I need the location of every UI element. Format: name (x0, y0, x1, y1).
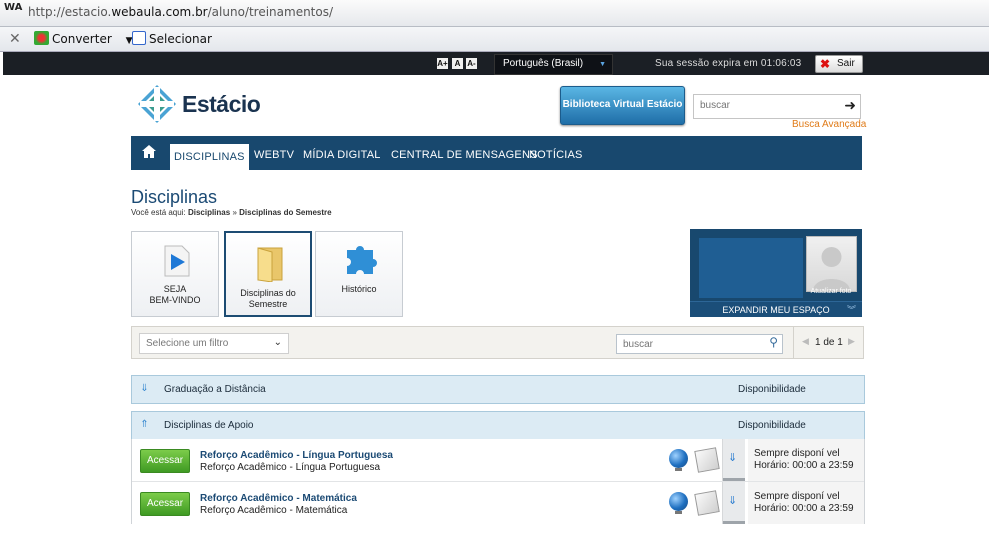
search-icon[interactable]: ⚲ (769, 335, 778, 349)
availability-cell: Sempre disponí vel Horário: 00:00 a 23:5… (748, 439, 864, 481)
tab-noticias[interactable]: NOTÍCIAS (529, 136, 583, 170)
group-graduacao-a-distancia[interactable]: ⇓ Graduação a Distância Disponibilidade (131, 375, 865, 404)
chevron-down-icon: ▼ (599, 61, 606, 68)
converter-button[interactable]: Converter ▼ (34, 31, 133, 46)
select-icon (132, 31, 146, 45)
main-nav: DISCIPLINAS WEBTV MÍDIA DIGITAL CENTRAL … (131, 136, 862, 170)
close-icon: ✖ (820, 57, 831, 71)
expand-icon[interactable]: ⇓ (138, 381, 151, 396)
list-search-input[interactable] (621, 338, 755, 351)
access-button[interactable]: Acessar (140, 449, 190, 473)
profile-info (699, 238, 803, 298)
font-reset-button[interactable]: A (452, 58, 463, 69)
header-search: ➜ (693, 94, 861, 119)
estacio-logo[interactable]: Estácio (136, 84, 276, 124)
folder-icon (257, 247, 283, 282)
converter-icon (34, 31, 49, 45)
chevron-down-icon: ⇓ (728, 452, 738, 464)
tile-disciplinas-do-semestre[interactable]: Disciplinas do Semestre (224, 231, 312, 317)
row-expand-button[interactable]: ⇓ (722, 439, 745, 481)
list-item: Acessar Reforço Acadêmico - Matemática R… (132, 481, 864, 524)
pdf-toolbar: ✕ Converter ▼ Selecionar (0, 27, 989, 52)
close-icon[interactable]: ✕ (9, 30, 21, 47)
page-info: 1 de 1 (815, 337, 843, 348)
arrow-right-icon[interactable]: ➜ (844, 97, 856, 114)
logo-icon (138, 85, 176, 123)
notepad-icon[interactable] (694, 447, 720, 473)
profile-panel: Atualizar foto EXPANDIR MEU ESPAÇO ︾ (690, 229, 862, 317)
puzzle-icon (347, 246, 377, 274)
breadcrumb-link[interactable]: Disciplinas (188, 208, 230, 217)
filter-select[interactable]: Selecione um filtro ⌄ (139, 333, 289, 354)
chevron-down-icon: ⇓ (728, 495, 738, 507)
selecionar-button[interactable]: Selecionar (132, 31, 212, 46)
group-disciplinas-de-apoio[interactable]: ⇑ Disciplinas de Apoio Disponibilidade (131, 411, 865, 440)
collapse-icon[interactable]: ⇑ (138, 417, 151, 432)
biblioteca-virtual-button[interactable]: Biblioteca Virtual Estácio (560, 86, 685, 125)
tile-historico[interactable]: Histórico (315, 231, 403, 317)
page-title: Disciplinas (131, 187, 218, 207)
font-increase-button[interactable]: A+ (437, 58, 448, 69)
browser-address-bar: WA http://estacio.webaula.com.br/aluno/t… (0, 0, 989, 27)
tab-disciplinas[interactable]: DISCIPLINAS (170, 144, 249, 170)
webaula-logo: WA (4, 2, 23, 13)
globe-icon[interactable] (669, 492, 688, 514)
font-decrease-button[interactable]: A- (466, 58, 477, 69)
tab-central-de-mensagens[interactable]: CENTRAL DE MENSAGENS (391, 136, 538, 170)
top-bar: A+ A A- Português (Brasil) ▼ Sua sessão … (3, 52, 989, 75)
availability-cell: Sempre disponí vel Horário: 00:00 a 23:5… (748, 482, 864, 524)
language-select[interactable]: Português (Brasil) ▼ (494, 54, 613, 75)
play-document-icon (164, 245, 190, 277)
course-title-link[interactable]: Reforço Acadêmico - Matemática (200, 493, 357, 504)
session-timer: Sua sessão expira em 01:06:03 (655, 58, 802, 69)
avatar[interactable] (806, 236, 857, 292)
expand-my-space-button[interactable]: EXPANDIR MEU ESPAÇO ︾ (690, 301, 862, 317)
prev-page-icon[interactable]: ◀ (802, 336, 809, 347)
tile-seja-bem-vindo[interactable]: SEJA BEM-VINDO (131, 231, 219, 317)
address-url[interactable]: http://estacio.webaula.com.br/aluno/trei… (28, 5, 333, 19)
globe-icon[interactable] (669, 449, 688, 471)
update-photo-link[interactable]: Atualizar foto (801, 288, 861, 295)
next-page-icon[interactable]: ▶ (848, 336, 855, 347)
tab-webtv[interactable]: WEBTV (254, 136, 294, 170)
access-button[interactable]: Acessar (140, 492, 190, 516)
header-search-input[interactable] (698, 99, 837, 112)
home-icon[interactable] (142, 145, 156, 159)
row-expand-button[interactable]: ⇓ (722, 482, 745, 524)
course-subtitle: Reforço Acadêmico - Língua Portuguesa (200, 462, 381, 473)
breadcrumb: Você está aqui: Disciplinas » Disciplina… (131, 208, 332, 217)
tab-midia-digital[interactable]: MÍDIA DIGITAL (303, 136, 381, 170)
list-item: Acessar Reforço Acadêmico - Língua Portu… (132, 439, 864, 481)
chevron-down-icon: ⌄ (273, 337, 282, 348)
course-title-link[interactable]: Reforço Acadêmico - Língua Portuguesa (200, 450, 393, 461)
notepad-icon[interactable] (694, 490, 720, 516)
advanced-search-link[interactable]: Busca Avançada (792, 119, 866, 130)
pagination: ◀ 1 de 1 ▶ (793, 327, 863, 358)
logout-button[interactable]: ✖ Sair (815, 55, 863, 73)
course-subtitle: Reforço Acadêmico - Matemática (200, 505, 348, 516)
course-list: Acessar Reforço Acadêmico - Língua Portu… (131, 439, 865, 524)
double-chevron-down-icon: ︾ (846, 305, 856, 315)
filter-bar: Selecione um filtro ⌄ ⚲ ◀ 1 de 1 ▶ (131, 326, 864, 359)
user-silhouette-icon (813, 247, 850, 291)
list-search: ⚲ (616, 334, 783, 354)
